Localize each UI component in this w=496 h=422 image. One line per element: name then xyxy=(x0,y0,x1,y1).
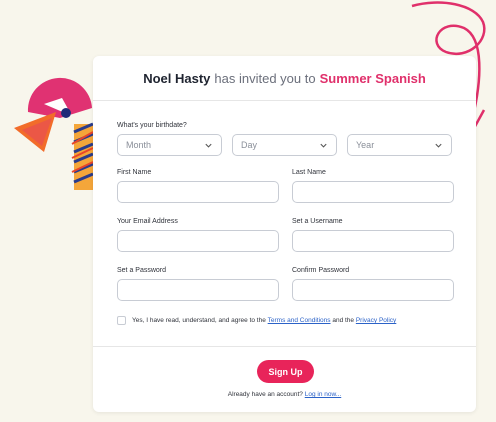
invite-text: has invited you to xyxy=(214,70,316,86)
privacy-link[interactable]: Privacy Policy xyxy=(356,317,396,324)
login-prompt: Already have an account? Log in now... xyxy=(93,391,476,398)
last-name-input[interactable] xyxy=(292,181,454,203)
password-row: Set a Password Confirm Password xyxy=(117,267,454,301)
username-input[interactable] xyxy=(292,230,454,252)
month-value: Month xyxy=(126,140,152,150)
agree-and-text: and the xyxy=(332,317,355,324)
login-link[interactable]: Log in now... xyxy=(305,391,342,398)
account-row: Your Email Address Set a Username xyxy=(117,218,454,252)
first-name-label: First Name xyxy=(117,169,152,176)
birthdate-label: What's your birthdate? xyxy=(117,122,187,129)
chevron-down-icon xyxy=(320,143,327,148)
login-prompt-text: Already have an account? xyxy=(227,391,303,398)
password-label: Set a Password xyxy=(117,267,167,274)
chevron-down-icon xyxy=(435,143,442,148)
name-row: First Name Last Name xyxy=(117,169,454,203)
signup-card: Noel Hasty has invited you to Summer Spa… xyxy=(93,56,476,412)
divider xyxy=(93,346,476,347)
username-label: Set a Username xyxy=(292,218,343,225)
birthdate-row: Month Day Year xyxy=(117,134,452,156)
agree-checkbox[interactable] xyxy=(117,316,126,325)
email-input[interactable] xyxy=(117,230,279,252)
chevron-down-icon xyxy=(205,143,212,148)
course-name: Summer Spanish xyxy=(319,70,426,86)
first-name-input[interactable] xyxy=(117,181,279,203)
confirm-password-label: Confirm Password xyxy=(292,267,350,274)
confirm-password-input[interactable] xyxy=(292,279,454,301)
day-select[interactable]: Day xyxy=(232,134,337,156)
invite-header: Noel Hasty has invited you to Summer Spa… xyxy=(93,56,476,101)
sign-up-button[interactable]: Sign Up xyxy=(257,360,314,383)
email-label: Your Email Address xyxy=(117,218,178,225)
last-name-label: Last Name xyxy=(292,169,326,176)
terms-link[interactable]: Terms and Conditions xyxy=(268,317,331,324)
month-select[interactable]: Month xyxy=(117,134,222,156)
terms-agreement: Yes, I have read, understand, and agree … xyxy=(117,316,452,325)
year-select[interactable]: Year xyxy=(347,134,452,156)
year-value: Year xyxy=(356,140,375,150)
agree-text: Yes, I have read, understand, and agree … xyxy=(132,317,266,324)
inviter-name: Noel Hasty xyxy=(143,70,211,86)
day-value: Day xyxy=(241,140,258,150)
signup-form: What's your birthdate? Month Day Year Fi… xyxy=(93,101,476,325)
password-input[interactable] xyxy=(117,279,279,301)
